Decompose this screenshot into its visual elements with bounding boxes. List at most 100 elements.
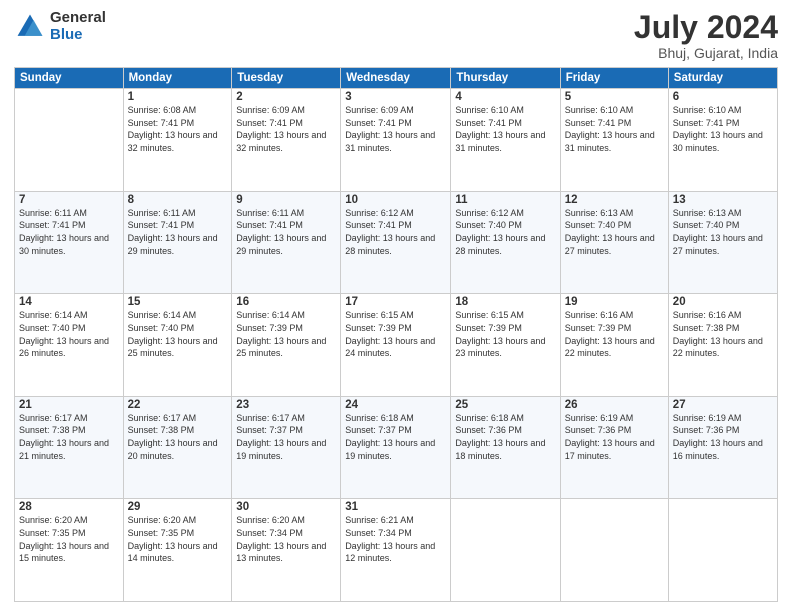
calendar-cell — [560, 499, 668, 602]
day-info: Sunrise: 6:17 AMSunset: 7:37 PMDaylight:… — [236, 412, 336, 462]
weekday-header: Tuesday — [232, 68, 341, 89]
calendar-cell: 28Sunrise: 6:20 AMSunset: 7:35 PMDayligh… — [15, 499, 124, 602]
calendar-cell: 1Sunrise: 6:08 AMSunset: 7:41 PMDaylight… — [123, 89, 232, 192]
calendar-cell: 3Sunrise: 6:09 AMSunset: 7:41 PMDaylight… — [341, 89, 451, 192]
day-info: Sunrise: 6:16 AMSunset: 7:38 PMDaylight:… — [673, 309, 773, 359]
title-block: July 2024 Bhuj, Gujarat, India — [634, 10, 778, 61]
day-number: 20 — [673, 296, 773, 308]
day-number: 23 — [236, 399, 336, 411]
calendar-cell: 29Sunrise: 6:20 AMSunset: 7:35 PMDayligh… — [123, 499, 232, 602]
calendar-cell: 25Sunrise: 6:18 AMSunset: 7:36 PMDayligh… — [451, 396, 560, 499]
day-info: Sunrise: 6:18 AMSunset: 7:36 PMDaylight:… — [455, 412, 555, 462]
calendar-cell: 23Sunrise: 6:17 AMSunset: 7:37 PMDayligh… — [232, 396, 341, 499]
calendar-cell: 10Sunrise: 6:12 AMSunset: 7:41 PMDayligh… — [341, 191, 451, 294]
page: General Blue July 2024 Bhuj, Gujarat, In… — [0, 0, 792, 612]
day-info: Sunrise: 6:12 AMSunset: 7:41 PMDaylight:… — [345, 207, 446, 257]
day-number: 5 — [565, 91, 664, 103]
logo-icon — [14, 11, 46, 43]
day-info: Sunrise: 6:18 AMSunset: 7:37 PMDaylight:… — [345, 412, 446, 462]
day-info: Sunrise: 6:11 AMSunset: 7:41 PMDaylight:… — [128, 207, 228, 257]
calendar-cell — [451, 499, 560, 602]
day-info: Sunrise: 6:08 AMSunset: 7:41 PMDaylight:… — [128, 104, 228, 154]
calendar-cell: 2Sunrise: 6:09 AMSunset: 7:41 PMDaylight… — [232, 89, 341, 192]
day-number: 2 — [236, 91, 336, 103]
day-number: 16 — [236, 296, 336, 308]
day-number: 26 — [565, 399, 664, 411]
weekday-header: Friday — [560, 68, 668, 89]
calendar-cell: 14Sunrise: 6:14 AMSunset: 7:40 PMDayligh… — [15, 294, 124, 397]
calendar-cell: 6Sunrise: 6:10 AMSunset: 7:41 PMDaylight… — [668, 89, 777, 192]
day-number: 27 — [673, 399, 773, 411]
logo-text: General Blue — [50, 10, 106, 43]
day-number: 19 — [565, 296, 664, 308]
calendar-cell: 24Sunrise: 6:18 AMSunset: 7:37 PMDayligh… — [341, 396, 451, 499]
day-info: Sunrise: 6:20 AMSunset: 7:35 PMDaylight:… — [128, 514, 228, 564]
day-number: 14 — [19, 296, 119, 308]
calendar-cell — [15, 89, 124, 192]
weekday-header: Thursday — [451, 68, 560, 89]
logo-blue: Blue — [50, 27, 106, 44]
day-info: Sunrise: 6:15 AMSunset: 7:39 PMDaylight:… — [455, 309, 555, 359]
calendar-cell: 18Sunrise: 6:15 AMSunset: 7:39 PMDayligh… — [451, 294, 560, 397]
calendar-cell: 16Sunrise: 6:14 AMSunset: 7:39 PMDayligh… — [232, 294, 341, 397]
day-number: 8 — [128, 194, 228, 206]
day-info: Sunrise: 6:10 AMSunset: 7:41 PMDaylight:… — [455, 104, 555, 154]
weekday-header: Monday — [123, 68, 232, 89]
location-subtitle: Bhuj, Gujarat, India — [634, 45, 778, 61]
day-number: 13 — [673, 194, 773, 206]
logo: General Blue — [14, 10, 106, 43]
day-number: 25 — [455, 399, 555, 411]
calendar-week-row: 7Sunrise: 6:11 AMSunset: 7:41 PMDaylight… — [15, 191, 778, 294]
day-number: 3 — [345, 91, 446, 103]
calendar-cell: 11Sunrise: 6:12 AMSunset: 7:40 PMDayligh… — [451, 191, 560, 294]
day-info: Sunrise: 6:13 AMSunset: 7:40 PMDaylight:… — [565, 207, 664, 257]
calendar-cell: 7Sunrise: 6:11 AMSunset: 7:41 PMDaylight… — [15, 191, 124, 294]
day-number: 21 — [19, 399, 119, 411]
weekday-header: Wednesday — [341, 68, 451, 89]
calendar-cell: 17Sunrise: 6:15 AMSunset: 7:39 PMDayligh… — [341, 294, 451, 397]
day-number: 6 — [673, 91, 773, 103]
day-number: 28 — [19, 501, 119, 513]
month-title: July 2024 — [634, 10, 778, 45]
day-info: Sunrise: 6:10 AMSunset: 7:41 PMDaylight:… — [673, 104, 773, 154]
header: General Blue July 2024 Bhuj, Gujarat, In… — [14, 10, 778, 61]
day-info: Sunrise: 6:11 AMSunset: 7:41 PMDaylight:… — [236, 207, 336, 257]
calendar-cell: 27Sunrise: 6:19 AMSunset: 7:36 PMDayligh… — [668, 396, 777, 499]
day-number: 22 — [128, 399, 228, 411]
calendar-cell: 30Sunrise: 6:20 AMSunset: 7:34 PMDayligh… — [232, 499, 341, 602]
day-info: Sunrise: 6:19 AMSunset: 7:36 PMDaylight:… — [565, 412, 664, 462]
day-number: 12 — [565, 194, 664, 206]
day-info: Sunrise: 6:11 AMSunset: 7:41 PMDaylight:… — [19, 207, 119, 257]
day-info: Sunrise: 6:19 AMSunset: 7:36 PMDaylight:… — [673, 412, 773, 462]
day-info: Sunrise: 6:09 AMSunset: 7:41 PMDaylight:… — [345, 104, 446, 154]
calendar-week-row: 1Sunrise: 6:08 AMSunset: 7:41 PMDaylight… — [15, 89, 778, 192]
calendar-cell: 21Sunrise: 6:17 AMSunset: 7:38 PMDayligh… — [15, 396, 124, 499]
weekday-header: Sunday — [15, 68, 124, 89]
calendar-cell: 9Sunrise: 6:11 AMSunset: 7:41 PMDaylight… — [232, 191, 341, 294]
day-number: 18 — [455, 296, 555, 308]
day-info: Sunrise: 6:21 AMSunset: 7:34 PMDaylight:… — [345, 514, 446, 564]
day-info: Sunrise: 6:10 AMSunset: 7:41 PMDaylight:… — [565, 104, 664, 154]
calendar-cell: 12Sunrise: 6:13 AMSunset: 7:40 PMDayligh… — [560, 191, 668, 294]
day-info: Sunrise: 6:20 AMSunset: 7:35 PMDaylight:… — [19, 514, 119, 564]
day-info: Sunrise: 6:16 AMSunset: 7:39 PMDaylight:… — [565, 309, 664, 359]
day-info: Sunrise: 6:20 AMSunset: 7:34 PMDaylight:… — [236, 514, 336, 564]
calendar-cell: 31Sunrise: 6:21 AMSunset: 7:34 PMDayligh… — [341, 499, 451, 602]
day-info: Sunrise: 6:14 AMSunset: 7:39 PMDaylight:… — [236, 309, 336, 359]
calendar-cell: 4Sunrise: 6:10 AMSunset: 7:41 PMDaylight… — [451, 89, 560, 192]
weekday-header: Saturday — [668, 68, 777, 89]
day-number: 17 — [345, 296, 446, 308]
day-info: Sunrise: 6:14 AMSunset: 7:40 PMDaylight:… — [19, 309, 119, 359]
logo-general: General — [50, 10, 106, 27]
day-number: 10 — [345, 194, 446, 206]
day-info: Sunrise: 6:13 AMSunset: 7:40 PMDaylight:… — [673, 207, 773, 257]
weekday-header-row: SundayMondayTuesdayWednesdayThursdayFrid… — [15, 68, 778, 89]
calendar-cell — [668, 499, 777, 602]
day-number: 9 — [236, 194, 336, 206]
day-number: 30 — [236, 501, 336, 513]
day-number: 15 — [128, 296, 228, 308]
calendar-cell: 8Sunrise: 6:11 AMSunset: 7:41 PMDaylight… — [123, 191, 232, 294]
day-number: 1 — [128, 91, 228, 103]
day-info: Sunrise: 6:15 AMSunset: 7:39 PMDaylight:… — [345, 309, 446, 359]
calendar-week-row: 21Sunrise: 6:17 AMSunset: 7:38 PMDayligh… — [15, 396, 778, 499]
